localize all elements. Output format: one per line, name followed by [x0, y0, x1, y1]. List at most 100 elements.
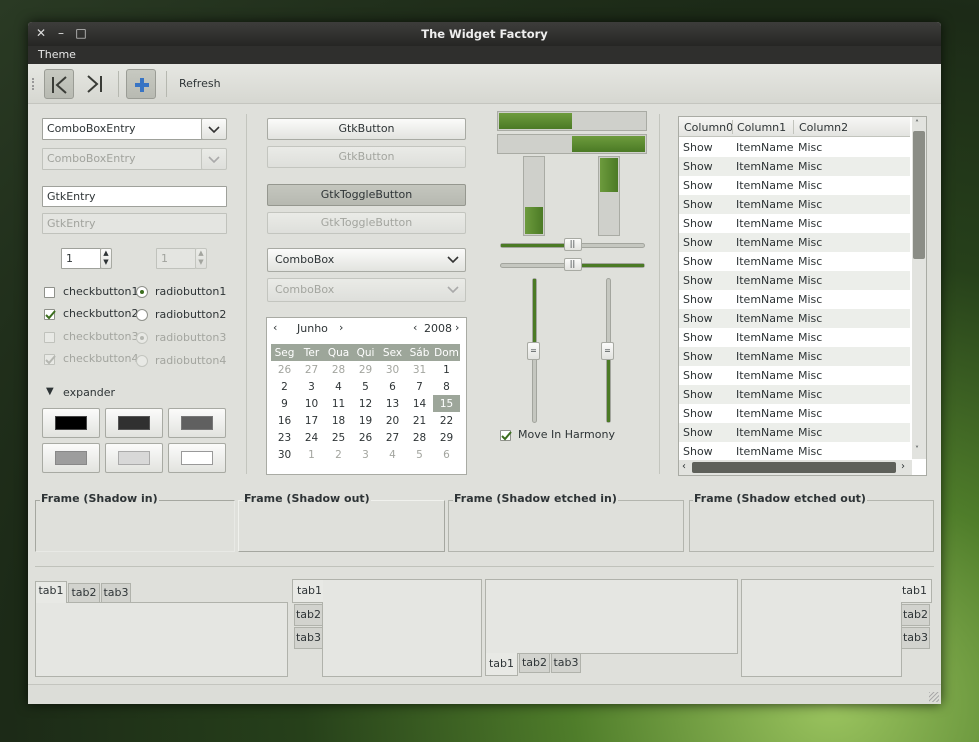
table-row[interactable]: Show ItemName Misc: [679, 347, 910, 366]
tab-1[interactable]: tab1: [485, 653, 518, 676]
tab-1[interactable]: tab1: [35, 581, 67, 603]
tab-3[interactable]: tab3: [901, 627, 930, 649]
prev-month-icon[interactable]: ‹: [273, 321, 277, 334]
tab-3[interactable]: tab3: [294, 627, 323, 649]
calendar-day[interactable]: 30: [379, 361, 406, 378]
calendar-day[interactable]: 4: [325, 378, 352, 395]
calendar-day[interactable]: 3: [298, 378, 325, 395]
calendar-day[interactable]: 7: [406, 378, 433, 395]
prev-year-icon[interactable]: ‹: [413, 321, 417, 334]
color-button-black[interactable]: [42, 408, 100, 438]
scroll-left-icon[interactable]: ‹: [682, 461, 686, 472]
scale-handle[interactable]: ||: [563, 238, 582, 251]
calendar-day[interactable]: 8: [433, 378, 460, 395]
table-row[interactable]: Show ItemName Misc: [679, 404, 910, 423]
menu-theme[interactable]: Theme: [38, 48, 76, 61]
column-header[interactable]: Column1: [737, 121, 786, 134]
toolbar-grip[interactable]: [32, 78, 35, 90]
column-header[interactable]: Column2: [799, 121, 848, 134]
table-row[interactable]: Show ItemName Misc: [679, 423, 910, 442]
combobox-entry-dropdown[interactable]: [201, 118, 227, 140]
calendar-day[interactable]: 18: [325, 412, 352, 429]
color-button-mid[interactable]: [168, 408, 226, 438]
tab-3[interactable]: tab3: [551, 653, 581, 673]
calendar-day[interactable]: 28: [325, 361, 352, 378]
calendar-day[interactable]: 4: [379, 446, 406, 463]
scale-handle[interactable]: =: [601, 341, 614, 360]
table-row[interactable]: Show ItemName Misc: [679, 442, 910, 461]
scale-handle[interactable]: ||: [563, 258, 582, 271]
spin-button-arrows[interactable]: ▲ ▼: [100, 248, 112, 269]
calendar-day[interactable]: 5: [406, 446, 433, 463]
table-row[interactable]: Show ItemName Misc: [679, 176, 910, 195]
calendar-day[interactable]: 15: [433, 395, 460, 412]
calendar-day[interactable]: 30: [271, 446, 298, 463]
calendar-day[interactable]: 1: [298, 446, 325, 463]
horizontal-scrollbar[interactable]: ‹ ›: [679, 460, 912, 475]
calendar-day[interactable]: 19: [352, 412, 379, 429]
calendar-day[interactable]: 5: [352, 378, 379, 395]
calendar-day[interactable]: 1: [433, 361, 460, 378]
checkbutton2-label[interactable]: checkbutton2: [63, 307, 139, 320]
calendar-day[interactable]: 27: [379, 429, 406, 446]
scrollbar-thumb[interactable]: [913, 131, 925, 259]
next-year-icon[interactable]: ›: [455, 321, 459, 334]
calendar-day[interactable]: 11: [325, 395, 352, 412]
tab-2[interactable]: tab2: [519, 653, 550, 673]
goto-first-button[interactable]: [44, 69, 74, 99]
calendar-day[interactable]: 20: [379, 412, 406, 429]
goto-last-button[interactable]: [79, 69, 109, 99]
calendar-day[interactable]: 3: [352, 446, 379, 463]
scroll-right-icon[interactable]: ›: [901, 461, 905, 472]
calendar-day[interactable]: 2: [325, 446, 352, 463]
calendar-day[interactable]: 21: [406, 412, 433, 429]
refresh-button[interactable]: Refresh: [179, 77, 221, 90]
calendar-day[interactable]: 9: [271, 395, 298, 412]
calendar-day[interactable]: 12: [352, 395, 379, 412]
tab-2[interactable]: tab2: [68, 583, 100, 603]
spin-button[interactable]: 1: [61, 248, 101, 269]
add-button[interactable]: [126, 69, 156, 99]
scale-v2[interactable]: =: [601, 278, 614, 423]
color-button-light[interactable]: [105, 443, 163, 473]
radiobutton1-label[interactable]: radiobutton1: [155, 285, 226, 298]
calendar-day[interactable]: 14: [406, 395, 433, 412]
radiobutton2-label[interactable]: radiobutton2: [155, 308, 226, 321]
tab-1[interactable]: tab1: [901, 579, 932, 603]
gtk-entry[interactable]: GtkEntry: [42, 186, 227, 207]
checkbutton2-box[interactable]: [44, 309, 56, 320]
calendar-day[interactable]: 22: [433, 412, 460, 429]
calendar-day[interactable]: 16: [271, 412, 298, 429]
gtk-button[interactable]: GtkButton: [267, 118, 466, 140]
calendar-day[interactable]: 28: [406, 429, 433, 446]
move-in-harmony-check[interactable]: [500, 430, 512, 441]
spin-up-icon[interactable]: ▲: [103, 249, 108, 257]
radiobutton1-circle[interactable]: [136, 286, 148, 298]
table-row[interactable]: Show ItemName Misc: [679, 366, 910, 385]
move-in-harmony-label[interactable]: Move In Harmony: [518, 428, 615, 441]
table-row[interactable]: Show ItemName Misc: [679, 252, 910, 271]
table-row[interactable]: Show ItemName Misc: [679, 195, 910, 214]
table-row[interactable]: Show ItemName Misc: [679, 214, 910, 233]
calendar-day[interactable]: 17: [298, 412, 325, 429]
calendar-day[interactable]: 29: [433, 429, 460, 446]
combobox-entry[interactable]: ComboBoxEntry: [42, 118, 203, 140]
spin-down-icon[interactable]: ▼: [103, 258, 108, 266]
scale-h2[interactable]: ||: [500, 258, 645, 271]
table-row[interactable]: Show ItemName Misc: [679, 271, 910, 290]
combobox[interactable]: ComboBox: [267, 248, 466, 272]
table-row[interactable]: Show ItemName Misc: [679, 385, 910, 404]
calendar-day[interactable]: 6: [433, 446, 460, 463]
next-month-icon[interactable]: ›: [339, 321, 343, 334]
calendar-day[interactable]: 25: [325, 429, 352, 446]
radiobutton2-circle[interactable]: [136, 309, 148, 321]
checkbutton1-label[interactable]: checkbutton1: [63, 285, 139, 298]
table-row[interactable]: Show ItemName Misc: [679, 328, 910, 347]
calendar-day[interactable]: 29: [352, 361, 379, 378]
gtk-toggle-button[interactable]: GtkToggleButton: [267, 184, 466, 206]
tab-1[interactable]: tab1: [292, 579, 323, 603]
color-button-grey[interactable]: [42, 443, 100, 473]
calendar-day[interactable]: 26: [352, 429, 379, 446]
calendar-day[interactable]: 27: [298, 361, 325, 378]
table-row[interactable]: Show ItemName Misc: [679, 138, 910, 157]
